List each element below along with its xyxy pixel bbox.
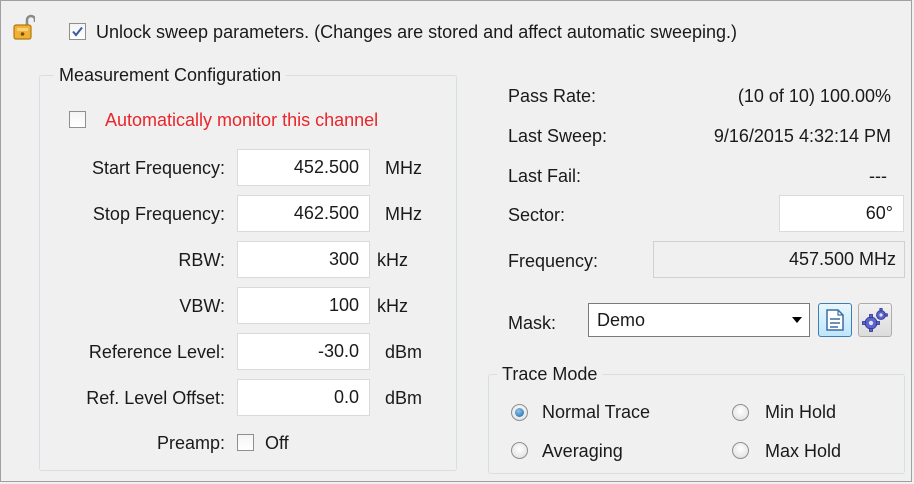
preamp-checkbox[interactable] [237, 434, 254, 451]
pass-rate-label: Pass Rate: [508, 86, 597, 106]
vbw-label: VBW: [179, 296, 225, 316]
rbw-input[interactable]: 300 [237, 241, 370, 278]
stop-frequency-label: Stop Frequency: [92, 204, 225, 224]
unlocked-padlock-icon [13, 13, 37, 41]
normal-trace-label[interactable]: Normal Trace [542, 401, 650, 423]
trace-mode-title: Trace Mode [497, 363, 603, 385]
reference-level-label: Reference Level: [88, 342, 225, 362]
last-sweep-value: 9/16/2015 4:32:14 PM [713, 126, 891, 146]
averaging-radio[interactable] [511, 442, 528, 459]
mask-label: Mask: [508, 313, 557, 333]
averaging-label[interactable]: Averaging [542, 440, 623, 462]
unlock-sweep-label[interactable]: Unlock sweep parameters. (Changes are st… [96, 21, 737, 43]
frequency-label: Frequency: [508, 251, 599, 271]
edit-mask-button[interactable] [818, 303, 852, 337]
unlock-sweep-checkbox[interactable] [69, 23, 86, 40]
preamp-label: Preamp: [156, 433, 225, 453]
auto-monitor-label[interactable]: Automatically monitor this channel [105, 109, 378, 131]
mask-settings-button[interactable] [858, 303, 892, 337]
ref-level-offset-input[interactable]: 0.0 [237, 379, 370, 416]
mask-select-value: Demo [597, 310, 646, 330]
reference-level-input[interactable]: -30.0 [237, 333, 370, 370]
max-hold-radio[interactable] [732, 442, 749, 459]
gears-icon [862, 308, 888, 332]
preamp-state-label[interactable]: Off [265, 432, 289, 454]
start-frequency-label: Start Frequency: [91, 158, 225, 178]
stop-frequency-unit: MHz [385, 204, 422, 224]
ref-level-offset-label: Ref. Level Offset: [86, 388, 225, 408]
vbw-unit: kHz [377, 296, 408, 316]
chevron-down-icon [788, 307, 806, 333]
last-fail-value: --- [869, 166, 887, 186]
stop-frequency-input[interactable]: 462.500 [237, 195, 370, 232]
max-hold-label[interactable]: Max Hold [765, 440, 841, 462]
start-frequency-unit: MHz [385, 158, 422, 178]
normal-trace-radio[interactable] [511, 404, 528, 421]
checkmark-icon [72, 26, 83, 37]
frequency-readout: 457.500 MHz [653, 241, 905, 278]
pass-rate-value: (10 of 10) 100.00% [737, 86, 891, 106]
last-fail-label: Last Fail: [508, 166, 582, 186]
document-icon [826, 309, 844, 331]
reference-level-unit: dBm [385, 342, 423, 362]
auto-monitor-checkbox[interactable] [69, 111, 86, 128]
sweep-settings-panel: Unlock sweep parameters. (Changes are st… [0, 0, 912, 482]
vbw-input[interactable]: 100 [237, 287, 370, 324]
rbw-unit: kHz [377, 250, 408, 270]
mask-select[interactable]: Demo [588, 303, 810, 337]
min-hold-label[interactable]: Min Hold [765, 401, 836, 423]
last-sweep-label: Last Sweep: [508, 126, 608, 146]
sector-label: Sector: [508, 205, 566, 225]
measurement-configuration-title: Measurement Configuration [54, 64, 287, 86]
rbw-label: RBW: [178, 250, 225, 270]
sector-input[interactable]: 60° [779, 195, 904, 232]
start-frequency-input[interactable]: 452.500 [237, 149, 370, 186]
ref-level-offset-unit: dBm [385, 388, 423, 408]
min-hold-radio[interactable] [732, 404, 749, 421]
